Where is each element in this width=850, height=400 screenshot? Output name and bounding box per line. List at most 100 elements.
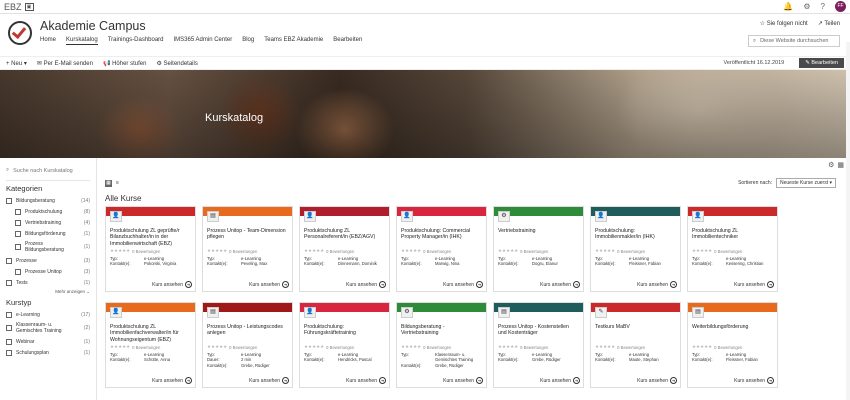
category-filter-item[interactable]: Produktschulung (8) [6, 206, 90, 217]
suite-bar: EBZ ▣ 🔔 ⚙ ? FF [0, 0, 850, 14]
checkbox[interactable] [6, 257, 12, 264]
show-more-label: Mehr anzeigen [55, 289, 85, 294]
nav-kurskatalog[interactable]: Kurskatalog [66, 37, 98, 45]
checkbox[interactable] [15, 230, 21, 237]
view-course-link[interactable]: Kurs ansehen ➜ [443, 377, 483, 384]
site-logo-icon[interactable] [8, 21, 32, 45]
rating-count: 0 Bewertungen [520, 248, 549, 254]
edit-label: Bearbeiten [811, 60, 838, 66]
site-title[interactable]: Akademie Campus [40, 19, 362, 33]
rating-count: 0 Bewertungen [617, 248, 646, 254]
course-thumbnail-icon: ▤ [498, 307, 510, 318]
view-course-link[interactable]: Kurs ansehen ➜ [637, 377, 677, 384]
contact-label: Kontakt(e): [207, 261, 228, 267]
promote-label: Höher stufen [112, 60, 147, 67]
kurstyp-filter-item[interactable]: Webinar (1) [6, 336, 90, 347]
kurstyp-filter-item[interactable]: Schulungsplan (1) [6, 347, 90, 358]
view-course-link[interactable]: Kurs ansehen ➜ [443, 281, 483, 288]
checkbox[interactable] [6, 311, 12, 318]
view-course-link[interactable]: Kurs ansehen ➜ [540, 377, 580, 384]
nav-home[interactable]: Home [40, 37, 56, 45]
settings-gear-icon[interactable]: ⚙ [803, 2, 810, 11]
nav-blog[interactable]: Blog [242, 37, 254, 45]
category-filter-item[interactable]: Bildungsberatung (14) [6, 195, 90, 206]
view-course-link[interactable]: Kurs ansehen ➜ [346, 377, 386, 384]
course-card[interactable]: 👤 Produktschulung: Immobilienmakler/in (I… [590, 206, 681, 292]
page-details-button[interactable]: ⚙ Seitendetails [156, 60, 197, 67]
checkbox[interactable] [6, 197, 12, 204]
rating-count: 0 Bewertungen [520, 344, 549, 350]
course-card[interactable]: ⚙ Vertriebstraining ★★★★★ 0 Bewertungen Typ:… [493, 206, 584, 292]
checkbox[interactable] [6, 349, 12, 356]
course-rating: ★★★★★ 0 Bewertungen [300, 246, 389, 256]
course-card[interactable]: 👤 Produktschulung ZL Immobilienfachverwal… [105, 302, 196, 388]
nav-edit[interactable]: Bearbeiten [333, 37, 362, 45]
category-filter-item[interactable]: Prozesse Unitop (3) [6, 266, 90, 277]
course-card[interactable]: ▤ Prozess Unitop - Kostenstellen und Kost… [493, 302, 584, 388]
site-search-input[interactable]: ⌕ Diese Website durchsuchen [748, 35, 840, 47]
show-more-link[interactable]: Mehr anzeigen ⌄ [6, 289, 90, 295]
category-filter-item[interactable]: Bildungsförderung (1) [6, 228, 90, 239]
layout-grid-icon[interactable]: ▦ [837, 161, 844, 169]
view-course-label: Kurs ansehen [637, 377, 668, 384]
course-card[interactable]: 👤 Produktschulung ZL Immobilientechniker ★… [687, 206, 778, 292]
checkbox[interactable] [15, 219, 21, 226]
promote-button[interactable]: 📢 Höher stufen [103, 60, 147, 67]
settings-gear-icon[interactable]: ⚙ [828, 161, 834, 169]
nav-trainings-dashboard[interactable]: Trainings-Dashboard [108, 37, 164, 45]
nav-ims365-admin[interactable]: IMS365 Admin Center [174, 37, 233, 45]
email-button[interactable]: ✉ Per E-Mail senden [37, 60, 93, 67]
view-course-link[interactable]: Kurs ansehen ➜ [734, 281, 774, 288]
help-icon[interactable]: ? [821, 2, 825, 11]
category-filter-item[interactable]: Vertriebstraining (4) [6, 217, 90, 228]
avatar[interactable]: FF [835, 1, 846, 12]
course-card[interactable]: 👤 Produktschulung: Führungskräftetraining… [299, 302, 390, 388]
course-card[interactable]: 👤 Produktschulung: Commercial Property Ma… [396, 206, 487, 292]
course-card[interactable]: ▤ Prozess Unitop - Team-Dimension pflegen… [202, 206, 293, 292]
category-filter-item[interactable]: Prozesse (3) [6, 255, 90, 266]
course-thumbnail-icon: 👤 [304, 211, 316, 222]
checkbox[interactable] [6, 325, 12, 331]
course-meta: Typ: e-Learning Kontakt(e): Peveling, Max [203, 256, 292, 267]
view-course-link[interactable]: Kurs ansehen ➜ [346, 281, 386, 288]
category-filter-item[interactable]: Prozess Bildungsberatung (1) [6, 239, 90, 255]
course-card[interactable]: ⚙ Bildungsberatung - Vertriebstraining ★★★… [396, 302, 487, 388]
view-course-label: Kurs ansehen [249, 281, 280, 288]
edit-button[interactable]: ✎ Bearbeiten [799, 58, 844, 68]
share-button[interactable]: ↗ Teilen [818, 20, 840, 27]
view-course-link[interactable]: Kurs ansehen ➜ [540, 281, 580, 288]
sort-select[interactable]: Neueste Kurse zuerst ▾ [776, 178, 836, 188]
course-card[interactable]: ✎ Testkurs MaBV ★★★★★ 0 Bewertungen Typ: e-Le… [590, 302, 681, 388]
follow-button[interactable]: ☆ Sie folgen nicht [760, 20, 808, 27]
rating-count: 0 Bewertungen [229, 248, 258, 254]
checkbox[interactable] [15, 244, 21, 250]
catalog-search-input[interactable]: ⌕ Suche nach Kurskatalog [6, 164, 90, 181]
brand[interactable]: EBZ ▣ [4, 2, 34, 12]
new-button[interactable]: + Neu ▾ [6, 60, 27, 67]
course-card[interactable]: 👤 Produktschulung ZL Personalreferent/in … [299, 206, 390, 292]
tile-view-icon[interactable]: ▦ [105, 180, 112, 187]
checkbox[interactable] [15, 268, 21, 275]
checkbox[interactable] [6, 338, 12, 345]
kurstyp-filter-item[interactable]: e-Learning (17) [6, 309, 90, 320]
view-course-link[interactable]: Kurs ansehen ➜ [249, 377, 289, 384]
view-course-link[interactable]: Kurs ansehen ➜ [152, 377, 192, 384]
view-course-link[interactable]: Kurs ansehen ➜ [249, 281, 289, 288]
nav-teams[interactable]: Teams EBZ Akademie [264, 37, 323, 45]
type-value: Klassenraum- u. Gemischtes Training [435, 352, 474, 363]
list-view-icon[interactable]: ≡ [114, 180, 121, 187]
filter-label: Prozesse [16, 257, 37, 264]
category-filter-item[interactable]: Tests (1) [6, 277, 90, 288]
page-scrollbar[interactable] [846, 42, 850, 400]
notifications-icon[interactable]: 🔔 [783, 2, 793, 11]
view-course-link[interactable]: Kurs ansehen ➜ [734, 377, 774, 384]
course-card[interactable]: ▤ Weiterbildungsförderung ★★★★★ 0 Bewertung… [687, 302, 778, 388]
view-course-link[interactable]: Kurs ansehen ➜ [152, 281, 192, 288]
checkbox[interactable] [15, 208, 21, 215]
course-card[interactable]: 👤 Produktschulung ZL geprüfte/r Bilanzbuc… [105, 206, 196, 292]
course-card[interactable]: ▤ Prozess Unitop - Leistungscodes anlegen… [202, 302, 293, 388]
rating-count: 0 Bewertungen [326, 248, 355, 254]
view-course-link[interactable]: Kurs ansehen ➜ [637, 281, 677, 288]
checkbox[interactable] [6, 279, 12, 286]
kurstyp-filter-item[interactable]: Klassenraum- u. Gemischtes Training (2) [6, 320, 90, 336]
